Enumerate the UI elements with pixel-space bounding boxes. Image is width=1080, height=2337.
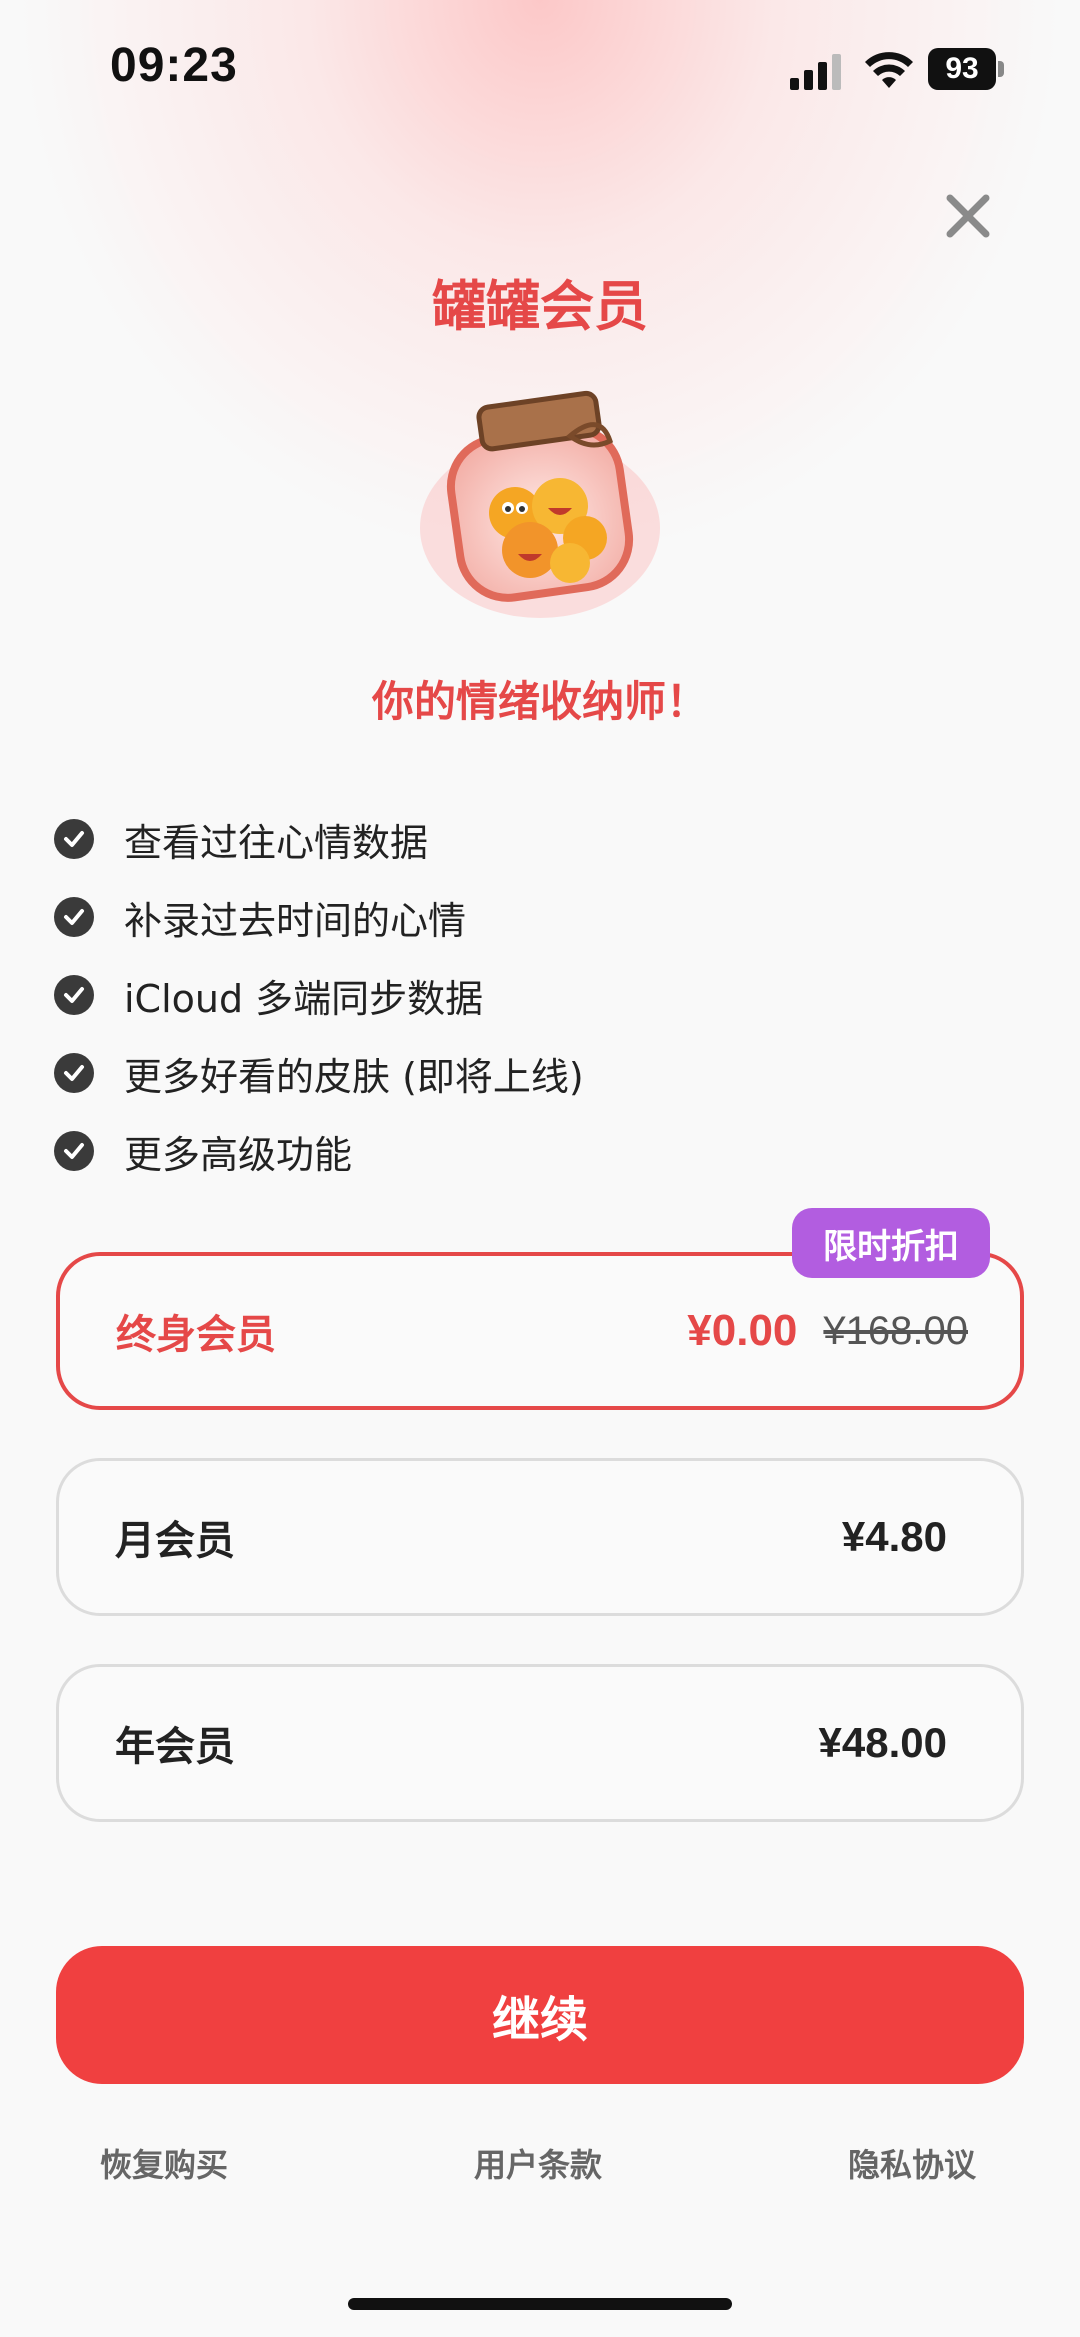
checkmark-icon bbox=[54, 1053, 94, 1093]
plan-price: ¥0.00 bbox=[687, 1306, 798, 1355]
page-title: 罐罐会员 bbox=[432, 275, 648, 338]
close-icon[interactable] bbox=[940, 188, 996, 244]
wifi-icon bbox=[865, 52, 913, 88]
plan-price: ¥48.00 bbox=[818, 1719, 947, 1766]
checkmark-icon bbox=[54, 1131, 94, 1171]
emotion-jar-icon bbox=[420, 390, 660, 618]
list-item: 查看过往心情数据 bbox=[54, 800, 1034, 878]
checkmark-icon bbox=[54, 975, 94, 1015]
home-indicator[interactable] bbox=[348, 2298, 732, 2310]
checkmark-icon bbox=[54, 819, 94, 859]
feature-text: 更多好看的皮肤 (即将上线) bbox=[124, 1054, 584, 1099]
plan-option-yearly[interactable]: 年会员 ¥48.00 bbox=[56, 1664, 1024, 1822]
status-time: 09:23 bbox=[110, 39, 238, 92]
list-item: 更多好看的皮肤 (即将上线) bbox=[54, 1034, 1034, 1112]
terms-link[interactable]: 用户条款 bbox=[474, 2140, 602, 2186]
plan-option-monthly[interactable]: 月会员 ¥4.80 bbox=[56, 1458, 1024, 1616]
list-item: iCloud 多端同步数据 bbox=[54, 956, 1034, 1034]
plan-name: 终身会员 bbox=[116, 1312, 276, 1358]
restore-purchase-link[interactable]: 恢复购买 bbox=[100, 2140, 228, 2186]
feature-text: 补录过去时间的心情 bbox=[124, 898, 467, 943]
continue-button[interactable]: 继续 bbox=[56, 1946, 1024, 2084]
plan-price-group: ¥0.00 ¥168.00 bbox=[687, 1256, 968, 1406]
discount-badge: 限时折扣 bbox=[792, 1208, 990, 1278]
privacy-link[interactable]: 隐私协议 bbox=[848, 2140, 976, 2186]
plan-name: 年会员 bbox=[115, 1724, 235, 1770]
list-item: 补录过去时间的心情 bbox=[54, 878, 1034, 956]
feature-text: iCloud 多端同步数据 bbox=[124, 976, 484, 1021]
plan-original-price: ¥168.00 bbox=[823, 1308, 968, 1353]
checkmark-icon bbox=[54, 897, 94, 937]
cellular-signal-icon bbox=[790, 54, 841, 90]
feature-list: 查看过往心情数据 补录过去时间的心情 iCloud 多端同步数据 更多好看的皮肤… bbox=[54, 800, 1034, 1190]
plan-price: ¥4.80 bbox=[841, 1513, 947, 1560]
status-bar: 09:23 93 bbox=[0, 0, 1080, 140]
feature-text: 更多高级功能 bbox=[124, 1132, 353, 1177]
page-subtitle: 你的情绪收纳师！ bbox=[371, 677, 708, 726]
battery-level: 93 bbox=[928, 48, 996, 90]
battery-icon: 93 bbox=[928, 48, 1008, 92]
list-item: 更多高级功能 bbox=[54, 1112, 1034, 1190]
feature-text: 查看过往心情数据 bbox=[124, 820, 429, 865]
plan-name: 月会员 bbox=[115, 1518, 235, 1564]
